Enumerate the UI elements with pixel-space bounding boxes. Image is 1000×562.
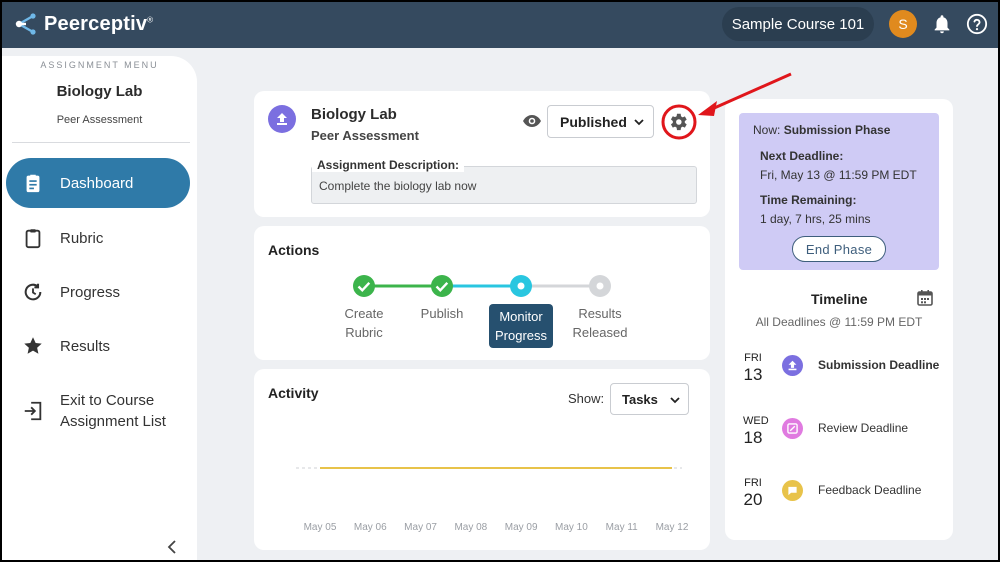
top-bar: Peerceptiv® Sample Course 101 S — [0, 0, 1000, 48]
x-tick-label: May 07 — [404, 522, 437, 533]
timeline-date: 20 — [743, 490, 763, 509]
clipboard-icon — [25, 229, 41, 249]
activity-card: Activity Show: Tasks May 05 May 06 May 07 M… — [254, 369, 710, 550]
upload-icon — [782, 355, 803, 376]
phase-timeline-panel: Now: Submission Phase Next Deadline: Fri… — [725, 99, 953, 540]
timeline-subtitle: All Deadlines @ 11:59 PM EDT — [755, 315, 923, 329]
assignment-type: Peer Assessment — [311, 128, 419, 143]
x-tick-label: May 08 — [454, 522, 487, 533]
sidebar-item-rubric[interactable]: Rubric — [6, 213, 190, 263]
collapse-sidebar-icon[interactable] — [166, 540, 178, 554]
sidebar-item-results[interactable]: Results — [6, 321, 190, 371]
publish-status-select[interactable]: Published — [547, 105, 654, 138]
step-create-rubric[interactable]: Create Rubric — [334, 304, 394, 342]
assignment-title: Biology Lab — [311, 106, 397, 123]
progress-clock-icon — [24, 283, 42, 301]
timeline-heading: Timeline — [811, 291, 868, 307]
assignment-sidebar: ASSIGNMENT MENU Biology Lab Peer Assessm… — [2, 56, 197, 562]
timeline-date: 13 — [743, 365, 763, 384]
divider — [12, 142, 190, 143]
help-icon[interactable] — [966, 13, 988, 35]
sidebar-item-label: Rubric — [60, 229, 104, 247]
sidebar-item-label: Results — [60, 337, 111, 355]
status-value: Published — [560, 113, 627, 130]
step-current-icon — [510, 275, 532, 297]
eye-icon[interactable] — [522, 113, 542, 129]
brand-name: Peerceptiv® — [44, 12, 154, 35]
sidebar-item-label: Exit to Course Assignment List — [60, 392, 166, 430]
timeline-deadline-name: Submission Deadline — [818, 358, 940, 372]
course-switcher[interactable]: Sample Course 101 — [722, 7, 874, 41]
time-remaining-value: 1 day, 7 hrs, 25 mins — [760, 212, 871, 226]
step-done-icon — [431, 275, 453, 297]
step-publish[interactable]: Publish — [412, 304, 472, 323]
next-deadline-value: Fri, May 13 @ 11:59 PM EDT — [760, 168, 917, 182]
end-phase-button[interactable]: End Phase — [792, 236, 886, 262]
sidebar-item-dashboard[interactable]: Dashboard — [6, 158, 190, 208]
x-tick-label: May 10 — [555, 522, 588, 533]
description-label: Assignment Description: — [312, 158, 465, 172]
workflow-stepper — [353, 275, 611, 297]
activity-chart: May 05 May 06 May 07 May 08 May 09 May 10 May … — [296, 467, 689, 533]
assignment-card: Biology Lab Peer Assessment Published As… — [254, 91, 710, 217]
timeline-day-of-week: WED — [743, 415, 769, 427]
timeline-deadline-name: Review Deadline — [818, 421, 909, 435]
upload-icon — [268, 105, 296, 133]
x-tick-label: May 06 — [354, 522, 387, 533]
step-monitor-progress[interactable]: Monitor Progress — [489, 304, 553, 348]
x-tick-label: May 09 — [505, 522, 538, 533]
chevron-down-icon — [634, 119, 644, 126]
sidebar-item-label: Dashboard — [60, 174, 134, 192]
timeline-row-feedback[interactable]: FRI 20 Feedback Deadline — [725, 477, 953, 521]
assignment-description: Complete the biology lab now — [319, 179, 477, 193]
chat-icon — [782, 480, 803, 501]
time-remaining-label: Time Remaining: — [760, 193, 857, 207]
timeline-deadline-name: Feedback Deadline — [818, 483, 922, 497]
x-tick-label: May 05 — [304, 522, 337, 533]
menu-caption: ASSIGNMENT MENU — [40, 60, 159, 70]
step-results-released[interactable]: Results Released — [568, 304, 632, 342]
step-pending-icon — [589, 275, 611, 297]
sidebar-item-label: Progress — [60, 283, 121, 301]
bell-icon[interactable] — [931, 13, 953, 35]
current-phase: Now: Submission Phase — [753, 123, 891, 137]
timeline-row-review[interactable]: WED 18 Review Deadline — [725, 415, 953, 459]
sidebar-assignment-title: Biology Lab — [56, 83, 143, 100]
timeline-row-submission[interactable]: FRI 13 Submission Deadline — [725, 352, 953, 396]
timeline-date: 18 — [743, 428, 763, 447]
brand-logo[interactable]: Peerceptiv® — [14, 12, 153, 36]
exit-icon — [24, 401, 42, 421]
calendar-icon[interactable] — [916, 289, 934, 307]
star-icon — [24, 337, 42, 354]
review-icon — [782, 418, 803, 439]
peerceptiv-logo-icon — [15, 13, 36, 35]
timeline-day-of-week: FRI — [744, 477, 762, 489]
actions-card: Actions Create Rubric Publish Monitor Pr… — [254, 226, 710, 360]
sidebar-item-progress[interactable]: Progress — [6, 267, 190, 317]
step-done-icon — [353, 275, 375, 297]
user-avatar[interactable]: S — [889, 10, 917, 38]
x-tick-label: May 11 — [606, 522, 638, 533]
clipboard-list-icon — [26, 174, 40, 193]
sidebar-assignment-type: Peer Assessment — [56, 114, 143, 126]
x-tick-label: May 12 — [656, 522, 689, 533]
sidebar-item-exit[interactable]: Exit to Course Assignment List — [6, 384, 190, 438]
timeline-day-of-week: FRI — [744, 352, 762, 364]
current-phase-box: Now: Submission Phase Next Deadline: Fri… — [739, 113, 939, 270]
next-deadline-label: Next Deadline: — [760, 149, 844, 163]
gear-icon[interactable] — [667, 111, 689, 133]
